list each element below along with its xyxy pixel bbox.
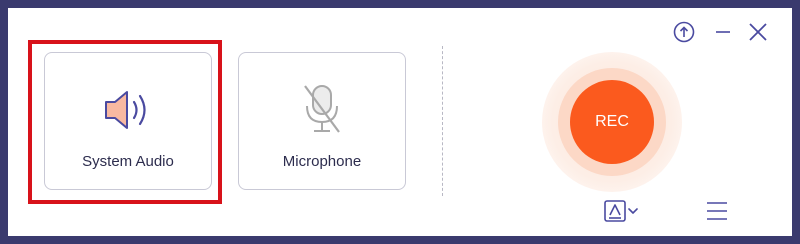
format-dropdown[interactable] [602,198,642,224]
audio-recorder-window: System Audio Microphone REC [8,8,792,236]
minimize-button[interactable] [712,20,734,44]
close-icon [749,23,767,41]
upload-circle-icon [673,21,695,43]
selection-highlight [28,40,222,204]
microphone-label: Microphone [282,153,362,170]
minimize-icon [716,31,730,33]
section-divider [442,46,443,196]
format-select-icon [604,200,638,222]
upgrade-button[interactable] [672,20,696,44]
close-button[interactable] [746,20,770,44]
microphone-muted-icon [239,85,405,135]
microphone-toggle[interactable]: Microphone [238,52,406,190]
menu-button[interactable] [702,198,732,224]
rec-button[interactable]: REC [570,80,654,164]
hamburger-menu-icon [707,202,727,220]
